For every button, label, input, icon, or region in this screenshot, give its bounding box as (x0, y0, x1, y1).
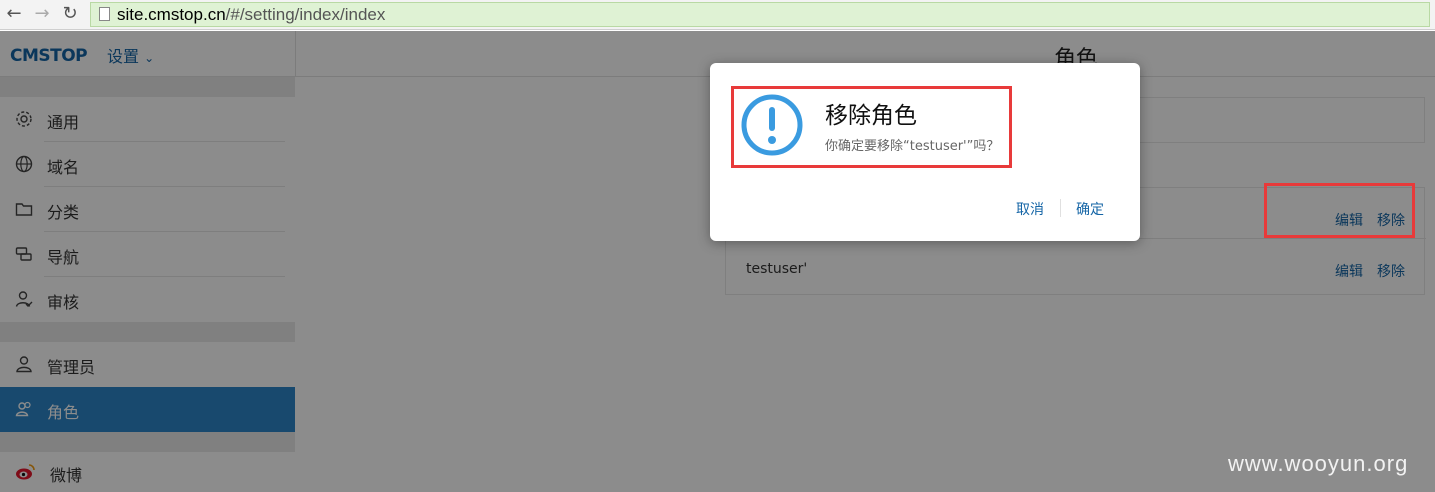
highlight-box-dialog (731, 86, 1012, 168)
browser-toolbar: ← → ↻ site.cmstop.cn/#/setting/index/ind… (0, 0, 1435, 30)
url-host: site.cmstop.cn (117, 5, 226, 24)
url-path: /#/setting/index/index (225, 5, 386, 24)
reload-icon[interactable]: ↻ (60, 4, 80, 24)
highlight-box-actions (1264, 183, 1415, 238)
page-icon (99, 7, 110, 21)
confirm-button[interactable]: 确定 (1076, 199, 1104, 219)
watermark: www.wooyun.org (1228, 451, 1409, 476)
button-separator (1060, 199, 1061, 217)
address-bar[interactable]: site.cmstop.cn/#/setting/index/index (90, 2, 1430, 27)
cancel-button[interactable]: 取消 (1016, 199, 1044, 219)
forward-arrow-icon[interactable]: → (32, 4, 52, 24)
back-arrow-icon[interactable]: ← (4, 4, 24, 24)
